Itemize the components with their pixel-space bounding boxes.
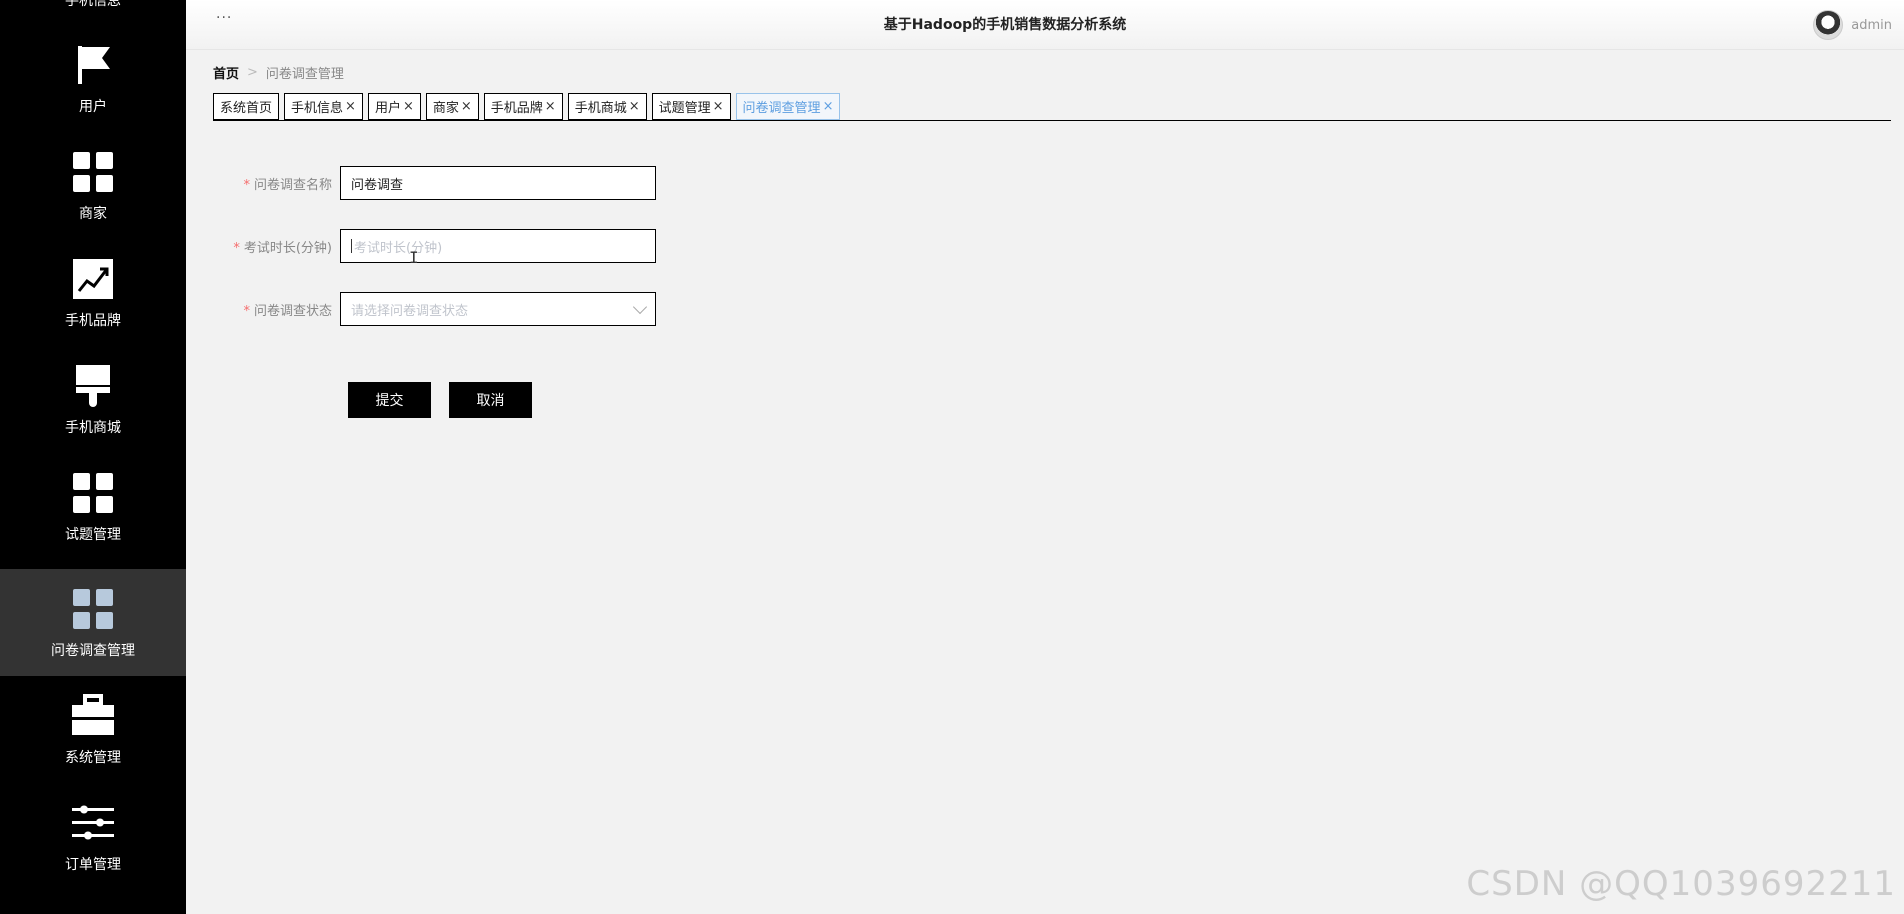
- duration-input[interactable]: 考试时长(分钟): [340, 229, 656, 263]
- tab-bar: 系统首页 手机信息 × 用户 × 商家 × 手机品牌 × 手机商城 × 试题管理…: [213, 93, 1891, 121]
- flag-icon: [78, 45, 110, 84]
- sidebar-item-partial-label[interactable]: 手机信息: [0, 0, 186, 10]
- required-mark: *: [243, 177, 250, 193]
- grid-icon: [73, 588, 113, 629]
- breadcrumb-current: 问卷调查管理: [265, 67, 344, 82]
- sidebar-item-label: 系统管理: [65, 749, 121, 766]
- tab-merchants[interactable]: 商家 ×: [425, 93, 479, 120]
- user-menu[interactable]: admin: [1813, 10, 1892, 40]
- tab-label: 问卷调查管理: [742, 101, 821, 116]
- questionnaire-name-value: 问卷调查: [351, 177, 404, 193]
- sidebar-item-label: 试题管理: [65, 526, 121, 543]
- sidebar: 手机信息 用户 商家 手机品牌 手机商城 试题管理 问卷调查管理 系统管理 订单…: [0, 0, 186, 914]
- sidebar-item-questionnaire[interactable]: 问卷调查管理: [0, 569, 186, 676]
- duration-placeholder: 考试时长(分钟): [354, 240, 443, 256]
- sidebar-item-system[interactable]: 系统管理: [0, 676, 186, 783]
- form-row-name: * 问卷调查名称 问卷调查: [213, 166, 656, 200]
- tab-phone-brands[interactable]: 手机品牌 ×: [483, 93, 563, 120]
- tab-label: 商家: [432, 101, 459, 116]
- brush-icon: [76, 364, 110, 407]
- grid-icon: [73, 151, 113, 192]
- sidebar-item-orders[interactable]: 订单管理: [0, 783, 186, 890]
- sidebar-item-label: 订单管理: [65, 856, 121, 873]
- close-icon[interactable]: ×: [629, 99, 640, 114]
- status-placeholder: 请选择问卷调查状态: [351, 303, 469, 319]
- required-mark: *: [233, 240, 240, 256]
- tab-phone-mall[interactable]: 手机商城 ×: [567, 93, 647, 120]
- tab-system-home[interactable]: 系统首页: [213, 93, 280, 120]
- status-label: * 问卷调查状态: [243, 303, 332, 319]
- app-title: 基于Hadoop的手机销售数据分析系统: [883, 17, 1127, 33]
- tab-users[interactable]: 用户 ×: [367, 93, 421, 120]
- tab-label: 手机品牌: [490, 101, 543, 116]
- breadcrumb: 首页 > 问卷调查管理: [213, 63, 344, 82]
- duration-label: * 考试时长(分钟): [233, 240, 332, 256]
- ibeam-cursor-icon: I: [409, 248, 419, 267]
- sidebar-item-label: 商家: [79, 205, 107, 222]
- chart-line-icon: [73, 258, 113, 299]
- breadcrumb-separator: >: [247, 65, 258, 80]
- close-icon[interactable]: ×: [461, 99, 472, 114]
- sidebar-item-label: 手机品牌: [65, 312, 121, 329]
- top-header: ··· 基于Hadoop的手机销售数据分析系统 admin: [186, 0, 1904, 50]
- sidebar-item-merchants[interactable]: 商家: [0, 132, 186, 239]
- tab-phone-info[interactable]: 手机信息 ×: [284, 93, 363, 120]
- tab-questionnaire[interactable]: 问卷调查管理 ×: [735, 93, 841, 120]
- text-caret: [351, 239, 352, 253]
- tab-label: 手机信息: [291, 101, 344, 116]
- sidebar-item-question-bank[interactable]: 试题管理: [0, 453, 186, 560]
- name-label: * 问卷调查名称: [243, 177, 332, 193]
- close-icon[interactable]: ×: [545, 99, 556, 114]
- chevron-down-icon: [632, 299, 648, 315]
- watermark: CSDN @QQ1039692211: [1466, 864, 1896, 904]
- form-row-duration: * 考试时长(分钟) 考试时长(分钟): [213, 229, 656, 263]
- status-select[interactable]: 请选择问卷调查状态: [340, 292, 656, 326]
- tab-label: 用户: [374, 101, 401, 116]
- tab-label: 系统首页: [220, 101, 273, 116]
- breadcrumb-home[interactable]: 首页: [213, 63, 239, 82]
- form-row-status: * 问卷调查状态 请选择问卷调查状态: [213, 292, 656, 326]
- tab-question-bank[interactable]: 试题管理 ×: [651, 93, 731, 120]
- avatar[interactable]: [1813, 10, 1844, 40]
- sidebar-item-users[interactable]: 用户: [0, 25, 186, 132]
- sidebar-item-label: 用户: [79, 98, 107, 115]
- tab-label: 试题管理: [658, 101, 711, 116]
- close-icon[interactable]: ×: [345, 99, 356, 114]
- required-mark: *: [243, 303, 250, 319]
- tab-label: 手机商城: [574, 101, 627, 116]
- briefcase-icon: [72, 693, 114, 735]
- close-icon[interactable]: ×: [403, 99, 414, 114]
- grid-icon: [73, 472, 113, 513]
- sidebar-item-label: 手机商城: [65, 419, 121, 436]
- questionnaire-name-input[interactable]: 问卷调查: [340, 166, 656, 200]
- submit-button[interactable]: 提交: [348, 382, 431, 418]
- close-icon[interactable]: ×: [713, 99, 724, 114]
- sliders-icon: [72, 805, 114, 839]
- sidebar-item-phone-mall[interactable]: 手机商城: [0, 346, 186, 453]
- sidebar-item-label: 问卷调查管理: [51, 642, 135, 659]
- cancel-button[interactable]: 取消: [449, 382, 532, 418]
- close-icon[interactable]: ×: [823, 99, 834, 114]
- username[interactable]: admin: [1851, 18, 1892, 33]
- sidebar-item-phone-brands[interactable]: 手机品牌: [0, 239, 186, 346]
